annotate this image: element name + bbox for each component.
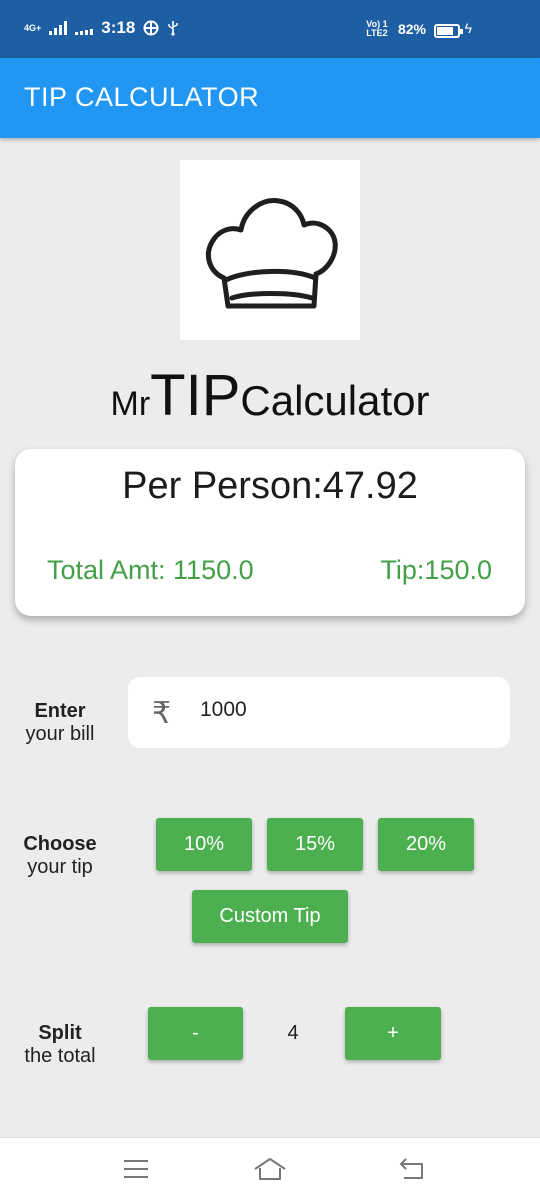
tip-amount: Tip:150.0 [380,555,492,585]
bill-label-bold: Enter [34,700,86,722]
bill-input-box[interactable]: ₹ [128,677,510,748]
usb-icon [168,21,178,36]
custom-tip-button[interactable]: Custom Tip [192,890,348,943]
split-label-rest: the total [24,1045,96,1067]
navigation-bar [0,1137,540,1200]
bill-label: Enter your bill [0,700,120,746]
chef-hat-icon [206,198,338,309]
back-icon[interactable] [396,1156,426,1182]
split-count: 4 [287,1022,299,1044]
tip-label-rest: your tip [27,856,93,878]
status-bar: 4G+ 3:18 Vo) 1 LTE2 82% ϟ [0,0,540,58]
status-time: 3:18 [101,18,136,37]
battery-percent: 82% [397,21,426,37]
status-left: 4G+ 3:18 [24,18,179,38]
tip-20-button[interactable]: 20% [378,818,474,871]
bill-input[interactable] [200,695,490,725]
app-bar: TIP CALCULATOR [0,58,540,138]
split-increase-button[interactable]: + [345,1007,441,1060]
tip-label: Choose your tip [0,833,120,879]
tip-label-bold: Choose [23,833,97,855]
battery-icon [434,24,463,38]
brand-mr: Mr [110,385,151,423]
split-decrease-button[interactable]: - [148,1007,243,1060]
split-label-bold: Split [38,1022,82,1044]
menu-icon[interactable] [122,1158,150,1180]
network-type: 4G+ [24,22,42,33]
logo-image [180,160,360,340]
split-label: Split the total [0,1022,120,1068]
summary-card: Per Person:47.92 Total Amt: 1150.0 Tip:1… [15,449,525,616]
brand-tip: TIP [150,363,241,428]
app-title: TIP CALCULATOR [24,82,260,112]
volte-indicator: Vo) 1 LTE2 [366,19,388,38]
bill-label-rest: your bill [25,723,95,745]
tip-10-button[interactable]: 10% [156,818,252,871]
home-icon[interactable] [252,1156,288,1182]
brand-calculator: Calculator [240,377,430,424]
tip-15-button[interactable]: 15% [267,818,363,871]
signal-strength-icon [49,21,68,35]
rupee-icon: ₹ [152,697,172,730]
battery-level [437,27,453,35]
vpn-icon [143,20,159,36]
signal-strength-icon-2 [75,21,94,35]
brand-title: MrTIPCalculator [0,362,540,429]
total-amount: Total Amt: 1150.0 [47,555,254,585]
charging-icon: ϟ [464,20,472,36]
per-person-amount: Per Person:47.92 [122,465,418,507]
